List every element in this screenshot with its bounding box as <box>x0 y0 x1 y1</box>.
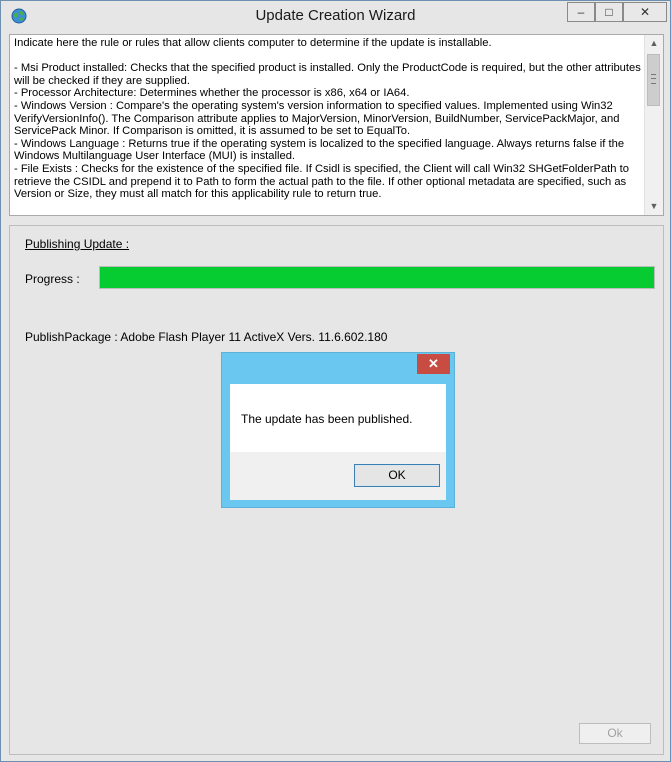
publishing-heading: Publishing Update : <box>25 237 130 251</box>
description-line-windows-version: - Windows Version : Compare's the operat… <box>14 99 620 138</box>
rules-description-text: Indicate here the rule or rules that all… <box>14 37 642 201</box>
progress-label: Progress : <box>25 272 80 286</box>
publish-package-status: PublishPackage : Adobe Flash Player 11 A… <box>25 330 388 344</box>
rules-description-textbox[interactable]: Indicate here the rule or rules that all… <box>9 34 664 216</box>
ok-button-disabled[interactable]: Ok <box>579 723 651 744</box>
scroll-down-arrow-icon[interactable]: ▼ <box>645 198 663 215</box>
dialog-ok-button[interactable]: OK <box>354 464 440 487</box>
dialog-close-button[interactable]: ✕ <box>417 354 450 374</box>
maximize-button[interactable]: □ <box>595 2 623 22</box>
dialog-message: The update has been published. <box>241 412 413 426</box>
minimize-button[interactable]: – <box>567 2 595 22</box>
progress-bar <box>99 266 655 289</box>
description-line-msi: - Msi Product installed: Checks that the… <box>14 62 641 87</box>
close-button[interactable]: ✕ <box>623 2 667 22</box>
dialog-footer: OK <box>230 452 446 500</box>
scroll-thumb[interactable] <box>647 54 660 106</box>
description-intro: Indicate here the rule or rules that all… <box>14 37 492 49</box>
description-line-windows-language: - Windows Language : Returns true if the… <box>14 137 625 163</box>
scroll-up-arrow-icon[interactable]: ▲ <box>645 35 663 52</box>
description-line-file-exists: - File Exists : Checks for the existence… <box>14 162 629 201</box>
published-message-dialog: ✕ The update has been published. OK <box>221 352 455 508</box>
vertical-scrollbar[interactable]: ▲ ▼ <box>644 35 663 215</box>
dialog-body: The update has been published. <box>230 384 446 452</box>
grip-icon <box>651 74 656 84</box>
progress-bar-fill <box>100 267 654 288</box>
title-bar[interactable]: Update Creation Wizard – □ ✕ <box>1 1 670 31</box>
description-line-processor: - Processor Architecture: Determines whe… <box>14 87 410 100</box>
